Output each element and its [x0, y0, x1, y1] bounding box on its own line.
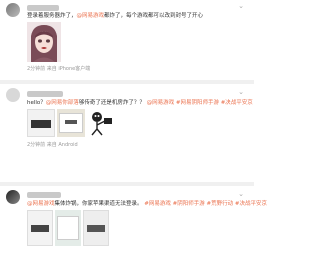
- topic-tag[interactable]: #决战平安京: [221, 100, 253, 106]
- post-image[interactable]: [57, 109, 85, 137]
- post-meta: 2分钟前 来自 Android: [27, 142, 78, 148]
- avatar[interactable]: [6, 88, 20, 102]
- post-3: ⌄ @网易游戏集体炸锅，你家苹果渠道无法登录。 #网易游戏 #阴阳师手游 #荒野…: [0, 188, 267, 256]
- topic-tag[interactable]: #网易阴阳师手游: [176, 100, 219, 106]
- post-text: 登录着服务器炸了，@网易游戏都炸了，每个游戏都可以改到封号了开心: [27, 12, 203, 20]
- topic-tag[interactable]: #阴阳师手游: [173, 201, 205, 207]
- post-image[interactable]: [87, 109, 115, 137]
- post-text-pre: hello？: [27, 100, 46, 106]
- post-image[interactable]: [27, 22, 61, 62]
- username[interactable]: [27, 5, 59, 11]
- post-text-post: 都炸了，每个游戏都可以改到封号了开心: [104, 13, 204, 19]
- post-image[interactable]: [55, 210, 81, 246]
- chevron-down-icon[interactable]: ⌄: [238, 88, 244, 96]
- chevron-down-icon[interactable]: ⌄: [238, 190, 244, 198]
- topic-tag[interactable]: #决战平安京: [235, 201, 267, 207]
- post-meta: 2分钟前 来自 iPhone客户端: [27, 66, 91, 72]
- avatar[interactable]: [6, 190, 20, 204]
- post-text-pre: 登录着服务器炸了，: [27, 13, 77, 19]
- post-image[interactable]: [27, 109, 55, 137]
- post-1: ⌄ 登录着服务器炸了，@网易游戏都炸了，每个游戏都可以改到封号了开心 2分钟前 …: [0, 0, 254, 72]
- meme-image: [87, 109, 115, 137]
- post-text: @网易游戏集体炸锅，你家苹果渠道无法登录。 #网易游戏 #阴阳师手游 #荒野行动…: [27, 200, 267, 208]
- mention-link[interactable]: @网易游戏: [27, 201, 55, 207]
- mention-link[interactable]: @网易游戏: [77, 13, 105, 19]
- post-2: ⌄ hello？@网易你部落够传奇了还是机房炸了？？ @网易游戏 #网易阴阳师手…: [0, 86, 254, 168]
- anime-girl-image: [27, 22, 61, 62]
- post-image[interactable]: [83, 210, 109, 246]
- post-text-post: 集体炸锅，你家苹果渠道无法登录。: [54, 201, 143, 207]
- post-text-post: 够传奇了还是机房炸了？？: [78, 100, 145, 106]
- post-text: hello？@网易你部落够传奇了还是机房炸了？？ @网易游戏 #网易阴阳师手游 …: [27, 99, 253, 107]
- chevron-down-icon[interactable]: ⌄: [238, 2, 244, 10]
- post-divider: [0, 182, 254, 186]
- username[interactable]: [27, 192, 61, 198]
- username[interactable]: [27, 91, 63, 97]
- topic-tag[interactable]: #荒野行动: [207, 201, 234, 207]
- post-image[interactable]: [27, 210, 53, 246]
- avatar[interactable]: [6, 3, 20, 17]
- post-divider: [0, 80, 254, 84]
- topic-tag[interactable]: #网易游戏: [144, 201, 171, 207]
- topic-tag[interactable]: @网易游戏: [147, 100, 175, 106]
- mention-link[interactable]: @网易你部落: [46, 100, 79, 106]
